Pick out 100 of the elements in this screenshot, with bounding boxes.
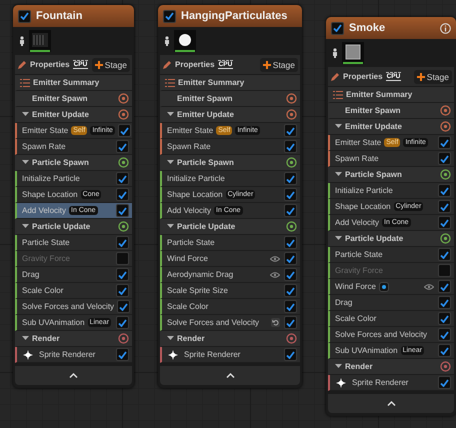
checkbox[interactable] <box>438 264 451 277</box>
checkbox[interactable] <box>438 184 451 197</box>
stage-circle-icon[interactable] <box>286 93 297 104</box>
checkbox[interactable] <box>438 296 451 309</box>
checkbox[interactable] <box>284 284 297 297</box>
group-label[interactable]: Render <box>32 334 60 343</box>
stage-circle-icon[interactable] <box>440 169 451 180</box>
checkbox[interactable] <box>163 10 176 22</box>
module-row[interactable]: Wind Force <box>328 279 454 295</box>
expand-arrow-icon[interactable] <box>167 224 174 229</box>
module-row[interactable]: Drag <box>15 267 132 283</box>
checkbox[interactable] <box>331 22 344 34</box>
module-row[interactable]: Sprite Renderer <box>15 347 132 363</box>
info-icon[interactable] <box>440 22 451 34</box>
stage-circle-icon[interactable] <box>118 157 129 168</box>
stage-circle-icon[interactable] <box>118 333 129 344</box>
module-row[interactable]: Sprite Renderer <box>160 347 300 363</box>
properties-label[interactable]: Properties <box>175 60 215 69</box>
module-row[interactable]: Aerodynamic Drag <box>160 267 300 283</box>
checkbox[interactable] <box>116 252 129 265</box>
stage-circle-icon[interactable] <box>440 233 451 244</box>
module-row[interactable]: Solve Forces and Velocity <box>328 327 454 343</box>
module-row[interactable]: Sprite Renderer <box>328 375 454 391</box>
stage-circle-icon[interactable] <box>440 105 451 116</box>
checkbox[interactable] <box>438 248 451 261</box>
stage-circle-icon[interactable] <box>118 93 129 104</box>
module-row[interactable]: Scale Color <box>328 311 454 327</box>
checkbox[interactable] <box>438 344 451 357</box>
module-row[interactable]: Particle State <box>328 247 454 263</box>
checkbox[interactable] <box>18 10 31 22</box>
expand-arrow-icon[interactable] <box>22 160 29 165</box>
checkbox[interactable] <box>284 252 297 265</box>
checkbox[interactable] <box>438 328 451 341</box>
module-row[interactable]: Particle State <box>160 235 300 251</box>
checkbox[interactable] <box>438 136 451 149</box>
module-row[interactable]: Spawn Rate <box>160 139 300 155</box>
add-stage-button[interactable]: Stage <box>260 58 298 72</box>
checkbox[interactable] <box>118 124 131 137</box>
add-stage-button[interactable]: Stage <box>92 58 130 72</box>
expand-arrow-icon[interactable] <box>22 224 29 229</box>
stage-circle-icon[interactable] <box>440 121 451 132</box>
person-icon[interactable] <box>332 48 338 58</box>
module-row[interactable]: Particle State <box>15 235 132 251</box>
stage-circle-icon[interactable] <box>286 109 297 120</box>
properties-label[interactable]: Properties <box>30 60 70 69</box>
module-row[interactable]: Solve Forces and Velocity <box>15 299 132 315</box>
module-row[interactable]: Initialize Particle <box>160 171 300 187</box>
checkbox[interactable] <box>284 236 297 249</box>
module-row[interactable]: Initialize Particle <box>15 171 132 187</box>
module-row[interactable]: Initialize Particle <box>328 183 454 199</box>
properties-label[interactable]: Properties <box>343 72 383 81</box>
checkbox[interactable] <box>284 268 297 281</box>
module-row[interactable]: Drag <box>328 295 454 311</box>
expand-arrow-icon[interactable] <box>335 172 342 177</box>
stage-circle-icon[interactable] <box>286 333 297 344</box>
module-row[interactable]: Scale Color <box>160 299 300 315</box>
module-row[interactable]: Scale Sprite Size <box>160 283 300 299</box>
checkbox[interactable] <box>116 236 129 249</box>
group-label[interactable]: Render <box>345 362 373 371</box>
checkbox[interactable] <box>438 312 451 325</box>
eye-icon[interactable] <box>424 284 434 290</box>
stage-circle-icon[interactable] <box>118 109 129 120</box>
module-row[interactable]: Solve Forces and Velocity <box>160 315 300 331</box>
checkbox[interactable] <box>116 188 129 201</box>
expand-arrow-icon[interactable] <box>22 336 29 341</box>
checkbox[interactable] <box>284 172 297 185</box>
checkbox[interactable] <box>116 204 129 217</box>
checkbox[interactable] <box>284 140 297 153</box>
checkbox[interactable] <box>116 316 129 329</box>
module-row[interactable]: Spawn Rate <box>328 151 454 167</box>
eye-icon[interactable] <box>270 272 280 278</box>
expand-arrow-icon[interactable] <box>335 236 342 241</box>
checkbox[interactable] <box>284 188 297 201</box>
person-icon[interactable] <box>19 36 25 46</box>
checkbox[interactable] <box>284 316 297 329</box>
add-stage-button[interactable]: Stage <box>414 70 452 84</box>
stage-circle-icon[interactable] <box>286 221 297 232</box>
checkbox[interactable] <box>116 172 129 185</box>
stage-circle-icon[interactable] <box>286 157 297 168</box>
checkbox[interactable] <box>284 300 297 313</box>
module-row[interactable]: Scale Color <box>15 283 132 299</box>
checkbox[interactable] <box>284 348 297 361</box>
checkbox[interactable] <box>438 376 451 389</box>
checkbox[interactable] <box>117 300 130 313</box>
expand-arrow-icon[interactable] <box>167 112 174 117</box>
checkbox[interactable] <box>116 348 129 361</box>
eye-icon[interactable] <box>270 256 280 262</box>
expand-arrow-icon[interactable] <box>335 124 342 129</box>
stage-circle-icon[interactable] <box>440 361 451 372</box>
input-pin-icon[interactable] <box>378 282 389 292</box>
checkbox[interactable] <box>438 216 451 229</box>
checkbox[interactable] <box>116 284 129 297</box>
expand-arrow-icon[interactable] <box>167 160 174 165</box>
module-row[interactable]: Spawn Rate <box>15 139 132 155</box>
stage-circle-icon[interactable] <box>118 221 129 232</box>
checkbox[interactable] <box>438 200 451 213</box>
checkbox[interactable] <box>284 124 297 137</box>
expand-arrow-icon[interactable] <box>335 364 342 369</box>
checkbox[interactable] <box>116 140 129 153</box>
module-row[interactable]: Wind Force <box>160 251 300 267</box>
